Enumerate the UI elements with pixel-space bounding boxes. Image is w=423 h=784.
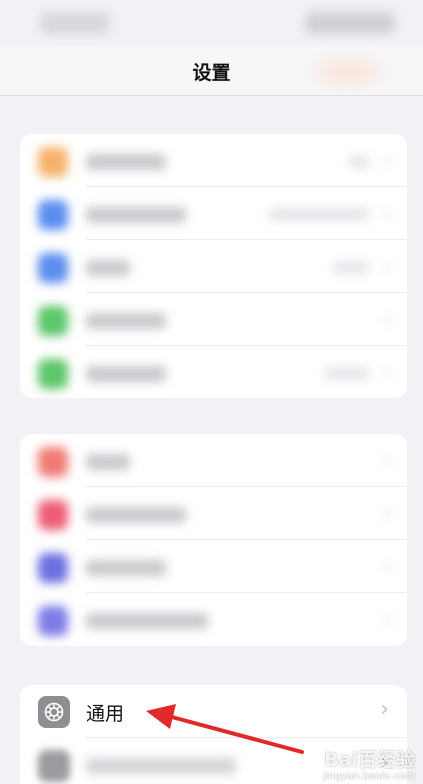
row-label bbox=[86, 560, 166, 576]
settings-row[interactable]: › bbox=[20, 593, 407, 646]
row-value bbox=[269, 208, 369, 221]
status-time bbox=[40, 12, 110, 34]
settings-row[interactable]: › bbox=[20, 240, 407, 293]
app-icon bbox=[38, 500, 68, 530]
nav-bar: 设置 bbox=[0, 46, 423, 96]
row-label bbox=[86, 154, 166, 170]
watermark-sub: jingyan.baidu.com bbox=[322, 771, 415, 782]
app-icon bbox=[38, 253, 68, 283]
chevron-right-icon: › bbox=[383, 607, 391, 631]
chevron-right-icon: › bbox=[383, 148, 391, 172]
chevron-right-icon: › bbox=[383, 360, 391, 384]
general-row[interactable]: 通用 › bbox=[20, 685, 407, 738]
settings-row[interactable]: › bbox=[20, 187, 407, 240]
row-label bbox=[86, 613, 208, 629]
settings-row[interactable]: › bbox=[20, 540, 407, 593]
app-icon bbox=[38, 200, 68, 230]
app-icon bbox=[38, 306, 68, 336]
nav-blur-blob bbox=[317, 62, 377, 82]
blurred-icon bbox=[38, 750, 70, 782]
chevron-right-icon: › bbox=[383, 307, 391, 331]
settings-row[interactable]: › bbox=[20, 293, 407, 346]
row-label bbox=[86, 260, 130, 276]
watermark: Bai百经验 jingyan.baidu.com bbox=[323, 750, 415, 782]
status-bar bbox=[0, 0, 423, 46]
row-label bbox=[86, 207, 186, 223]
settings-group-1: › › › › › bbox=[20, 134, 407, 398]
row-label bbox=[86, 313, 166, 329]
row-label bbox=[86, 507, 186, 523]
app-icon bbox=[38, 359, 68, 389]
app-icon bbox=[38, 147, 68, 177]
gear-icon bbox=[38, 696, 70, 728]
settings-screen: 设置 › › › › › › › › › 通用 › › Bai百经验 jingy… bbox=[0, 0, 423, 784]
settings-row[interactable]: › bbox=[20, 346, 407, 398]
chevron-right-icon: › bbox=[383, 201, 391, 225]
status-icons bbox=[305, 12, 395, 34]
watermark-main: Bai百经验 bbox=[324, 749, 415, 772]
chevron-right-icon: › bbox=[383, 254, 391, 278]
blurred-label bbox=[86, 758, 236, 774]
chevron-right-icon: › bbox=[383, 448, 391, 472]
chevron-right-icon: › bbox=[383, 501, 391, 525]
app-icon bbox=[38, 606, 68, 636]
settings-row[interactable]: › bbox=[20, 434, 407, 487]
row-value bbox=[333, 261, 369, 274]
row-label bbox=[86, 454, 130, 470]
row-label bbox=[86, 366, 166, 382]
settings-row[interactable]: › bbox=[20, 487, 407, 540]
settings-row[interactable]: › bbox=[20, 134, 407, 187]
chevron-right-icon: › bbox=[380, 697, 389, 722]
row-value bbox=[325, 367, 369, 380]
row-value bbox=[349, 155, 369, 168]
settings-group-2: › › › › bbox=[20, 434, 407, 646]
chevron-right-icon: › bbox=[383, 554, 391, 578]
app-icon bbox=[38, 447, 68, 477]
general-label: 通用 bbox=[86, 703, 125, 725]
app-icon bbox=[38, 553, 68, 583]
